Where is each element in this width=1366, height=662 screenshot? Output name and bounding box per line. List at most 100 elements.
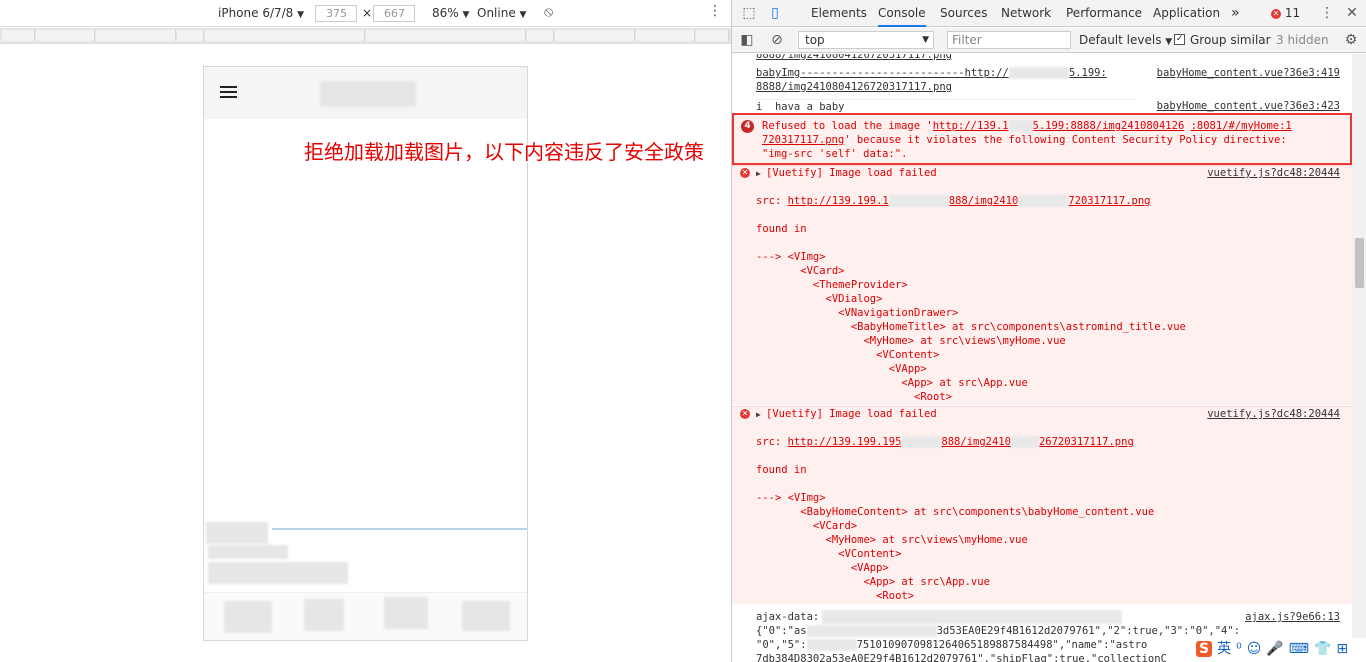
log-line: ajax-data:	[756, 611, 820, 623]
component-tree-line: ---> <VImg>	[756, 492, 826, 504]
rotate-icon[interactable]: ⦸	[544, 4, 553, 20]
component-tree-line: <App> at src\App.vue	[756, 377, 1028, 389]
sogou-logo[interactable]: S	[1196, 641, 1213, 657]
error-counter[interactable]: ✕ 11	[1271, 0, 1300, 27]
error-line: src: http://139.199.195 888/img2410 267203…	[756, 435, 1134, 449]
component-tree-line: <Root>	[756, 590, 915, 602]
blurred-content	[206, 522, 268, 544]
caret-down-icon: ▼	[519, 10, 527, 20]
component-tree-line: <VContent>	[756, 548, 902, 560]
ruler-segment[interactable]	[205, 30, 365, 41]
caret-down-icon: ▼	[1165, 37, 1173, 47]
device-height-input[interactable]: 667	[373, 5, 415, 22]
tab-performance[interactable]: Performance	[1066, 0, 1142, 27]
hidden-count: 3 hidden	[1276, 33, 1329, 47]
expand-triangle-icon[interactable]: ▶	[756, 410, 761, 419]
inspect-element-icon[interactable]: ⬚	[740, 4, 758, 22]
media-query-ruler[interactable]	[0, 28, 731, 44]
log-text: 75101090709812640651898875844​98","name"…	[856, 639, 1148, 651]
tab-elements[interactable]: Elements	[811, 0, 867, 27]
ruler-segment[interactable]	[527, 30, 554, 41]
close-icon[interactable]: ✕	[1343, 4, 1361, 22]
ruler-segment[interactable]	[2, 30, 35, 41]
device-width-input[interactable]: 375	[315, 5, 357, 22]
annotation-text: 拒绝加载加载图片，以下内容违反了安全政策	[304, 140, 704, 164]
grid-icon[interactable]: ⊞	[1336, 641, 1348, 657]
source-link[interactable]: babyHome_content.vue?36e3:419	[1157, 66, 1340, 80]
component-tree-line: <App> at src\App.vue	[756, 576, 990, 588]
tab-sources[interactable]: Sources	[940, 0, 987, 27]
nav-item[interactable]	[384, 597, 428, 629]
error-url[interactable]: 888/img2410	[941, 436, 1011, 448]
ruler-segment[interactable]	[696, 30, 729, 41]
more-options-icon[interactable]: ⋮	[708, 3, 722, 19]
error-line: src: http://139.199.1 888/img2410 72031711…	[756, 194, 1151, 208]
log-line: babyImg--------------------------http://…	[756, 66, 1107, 80]
source-link[interactable]: vuetify.js?dc48:20444	[1207, 407, 1340, 421]
context-select[interactable]: top ▼	[798, 31, 934, 49]
error-url[interactable]: http://139.199.195	[788, 436, 902, 448]
device-toggle-icon[interactable]: ▯	[766, 4, 784, 22]
ruler-segment[interactable]	[555, 30, 635, 41]
tab-network[interactable]: Network	[1001, 0, 1051, 27]
source-link[interactable]: ajax.js?9e66:13	[1245, 610, 1340, 624]
component-tree-line: <VCard>	[756, 265, 845, 277]
expand-triangle-icon[interactable]: ▶	[756, 169, 761, 178]
component-tree-line: <VContent>	[756, 349, 940, 361]
nav-item[interactable]	[462, 601, 510, 631]
log-link[interactable]: 5.199:	[1069, 67, 1107, 79]
sidebar-toggle-icon[interactable]: ◧	[738, 31, 756, 49]
menu-icon[interactable]	[220, 86, 237, 99]
more-options-icon[interactable]: ⋮	[1318, 4, 1336, 22]
error-url[interactable]: http://139.199.1	[788, 195, 889, 207]
error-url[interactable]: 720317117.png	[1068, 195, 1150, 207]
component-tree-line: <BabyHomeTitle> at src\components\astrom…	[756, 321, 1186, 333]
source-link[interactable]: vuetify.js?dc48:20444	[1207, 166, 1340, 180]
error-url[interactable]: 26720317117.png	[1039, 436, 1134, 448]
scrollbar-thumb[interactable]	[1355, 238, 1364, 288]
ime-language-toggle[interactable]: 英	[1217, 638, 1231, 658]
component-tree-line: <MyHome> at src\views\myHome.vue	[756, 534, 1028, 546]
more-tabs-button[interactable]: »	[1231, 0, 1240, 27]
clear-console-icon[interactable]: ⊘	[768, 31, 786, 49]
console-scrollbar[interactable]	[1352, 54, 1366, 662]
microphone-icon[interactable]: 🎤	[1266, 641, 1283, 657]
punctuation-icon[interactable]: ⁰	[1236, 641, 1242, 657]
clothes-icon[interactable]: 👕	[1314, 641, 1331, 657]
emoji-icon[interactable]: ☺	[1247, 641, 1262, 657]
log-link[interactable]: babyImg--------------------------http://	[756, 67, 1009, 79]
redacted-region	[1018, 195, 1069, 207]
ruler-segment[interactable]	[96, 30, 176, 41]
log-line[interactable]: 8888/img2410804126720317117.png	[756, 80, 952, 94]
device-viewport-pane: iPhone 6/7/8 ▼ 375 × 667 86% ▼ Online ▼ …	[0, 0, 731, 662]
app-header	[204, 67, 527, 119]
component-tree-line: <MyHome> at src\views\myHome.vue	[756, 335, 1066, 347]
log-line: 7db384D8302a53eA0E29f4B1612d2079761","sh…	[756, 653, 1167, 662]
nav-item[interactable]	[304, 599, 344, 631]
ruler-segment[interactable]	[177, 30, 204, 41]
component-tree-line: <VApp>	[756, 562, 889, 574]
log-line[interactable]: 8888/img2410804126720317117.png	[756, 54, 952, 62]
network-throttle-select[interactable]: Online ▼	[477, 6, 526, 20]
error-url[interactable]: 888/img2410	[949, 195, 1019, 207]
ruler-segment[interactable]	[36, 30, 95, 41]
group-similar-checkbox[interactable]: ✓	[1174, 34, 1185, 45]
tab-application[interactable]: Application	[1153, 0, 1220, 27]
settings-gear-icon[interactable]: ⚙	[1342, 31, 1360, 49]
filter-input[interactable]: Filter	[947, 31, 1071, 49]
redacted-region	[806, 625, 937, 637]
nav-item[interactable]	[224, 601, 272, 633]
levels-select[interactable]: Default levels ▼	[1079, 33, 1172, 47]
keyboard-icon[interactable]: ⌨	[1289, 641, 1309, 657]
zoom-select[interactable]: 86% ▼	[432, 6, 469, 20]
ruler-segment[interactable]	[366, 30, 526, 41]
ruler-segment[interactable]	[636, 30, 695, 41]
zoom-value: 86%	[432, 6, 459, 20]
tab-console[interactable]: Console	[878, 0, 926, 27]
device-select[interactable]: iPhone 6/7/8 ▼	[218, 6, 304, 20]
device-toolbar: iPhone 6/7/8 ▼ 375 × 667 86% ▼ Online ▼ …	[0, 0, 731, 27]
vuetify-error-message: ✕ ▶ [Vuetify] Image load failed vuetify.…	[732, 165, 1352, 405]
component-tree-line: <VCard>	[756, 520, 858, 532]
component-tree-line: <VApp>	[756, 363, 927, 375]
source-link[interactable]: babyHome_content.vue?36e3:423	[1157, 99, 1340, 113]
